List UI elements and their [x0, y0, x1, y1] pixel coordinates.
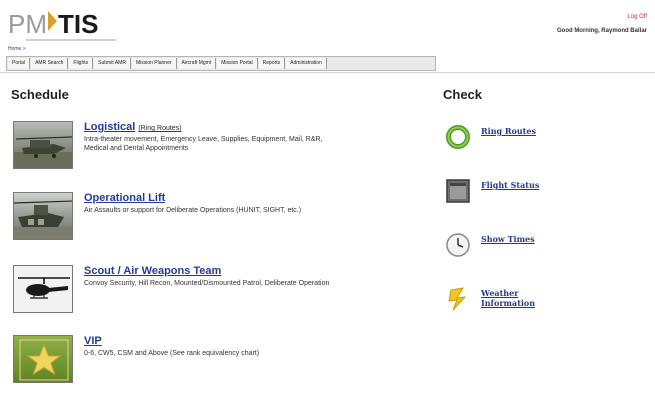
clock-icon[interactable] [445, 232, 471, 258]
scout-link[interactable]: Scout / Air Weapons Team [84, 265, 221, 277]
pmtis-logo[interactable]: PM TIS [8, 9, 116, 41]
nav-administration[interactable]: Administration [286, 58, 327, 69]
weather-icon[interactable] [445, 286, 471, 312]
logistical-link[interactable]: Logistical (Ring Routes) [84, 121, 182, 133]
weather-information-link[interactable]: Weather Information [481, 288, 571, 308]
flight-board-icon[interactable] [445, 178, 471, 204]
check-item-ring-routes[interactable]: Ring Routes [445, 124, 585, 164]
logo-chevron-icon [48, 11, 57, 31]
divider [0, 72, 655, 73]
nav-bar: Portal AMR Search Flights Submit AMR Mis… [6, 56, 436, 71]
nav-amr-search[interactable]: AMR Search [31, 58, 69, 69]
check-item-weather[interactable]: Weather Information [445, 286, 585, 326]
vip-description: 0-6, CW5, CSM and Above (See rank equiva… [84, 350, 260, 357]
schedule-heading: Schedule [11, 87, 69, 102]
breadcrumb-home[interactable]: Home > [8, 46, 26, 52]
schedule-item-logistical: Logistical (Ring Routes) Intra-theater mo… [13, 121, 373, 173]
flight-status-link[interactable]: Flight Status [481, 180, 571, 190]
logo-tagline [26, 39, 116, 41]
show-times-link[interactable]: Show Times [481, 234, 571, 244]
header: PM TIS Log Off Good Morning, Raymond Ball… [0, 0, 655, 60]
logoff-link[interactable]: Log Off [627, 14, 647, 20]
ring-routes-link[interactable]: Ring Routes [481, 126, 571, 136]
nav-submit-amr[interactable]: Submit AMR [94, 58, 131, 69]
check-heading: Check [443, 87, 483, 102]
ring-icon[interactable] [445, 124, 471, 150]
schedule-item-operational-lift: Operational Lift Air Assaults or support… [13, 192, 373, 244]
check-item-flight-status[interactable]: Flight Status [445, 178, 585, 218]
logo-pm: PM [8, 9, 47, 39]
logistical-subtitle: (Ring Routes) [138, 125, 182, 132]
nav-flights[interactable]: Flights [69, 58, 94, 69]
schedule-item-scout: Scout / Air Weapons Team Convoy Security… [13, 265, 373, 317]
nav-mission-portal[interactable]: Mission Portal [217, 58, 258, 69]
logistical-title[interactable]: Logistical [84, 121, 135, 133]
operational-lift-description: Air Assaults or support for Deliberate O… [84, 207, 302, 214]
logistical-helicopter-thumbnail[interactable] [13, 121, 73, 169]
nav-portal[interactable]: Portal [8, 58, 31, 69]
nav-aircraft-mgmt[interactable]: Aircraft Mgmt [177, 58, 217, 69]
scout-helicopter-thumbnail[interactable] [13, 265, 73, 313]
operational-lift-thumbnail[interactable] [13, 192, 73, 240]
nav-reports[interactable]: Reports [258, 58, 286, 69]
nav-mission-planner[interactable]: Mission Planner [131, 58, 177, 69]
check-item-show-times[interactable]: Show Times [445, 232, 585, 272]
logo-tis: TIS [58, 9, 99, 39]
greeting-text: Good Morning, Raymond Ballar [556, 28, 647, 34]
vip-star-thumbnail[interactable] [13, 335, 73, 383]
vip-link[interactable]: VIP [84, 335, 102, 347]
operational-lift-link[interactable]: Operational Lift [84, 192, 165, 204]
scout-description: Convoy Security, Hill Recon, Mounted/Dis… [84, 280, 330, 287]
schedule-item-vip: VIP 0-6, CW5, CSM and Above (See rank eq… [13, 335, 373, 387]
logistical-description: Intra-theater movement, Emergency Leave,… [84, 136, 323, 152]
